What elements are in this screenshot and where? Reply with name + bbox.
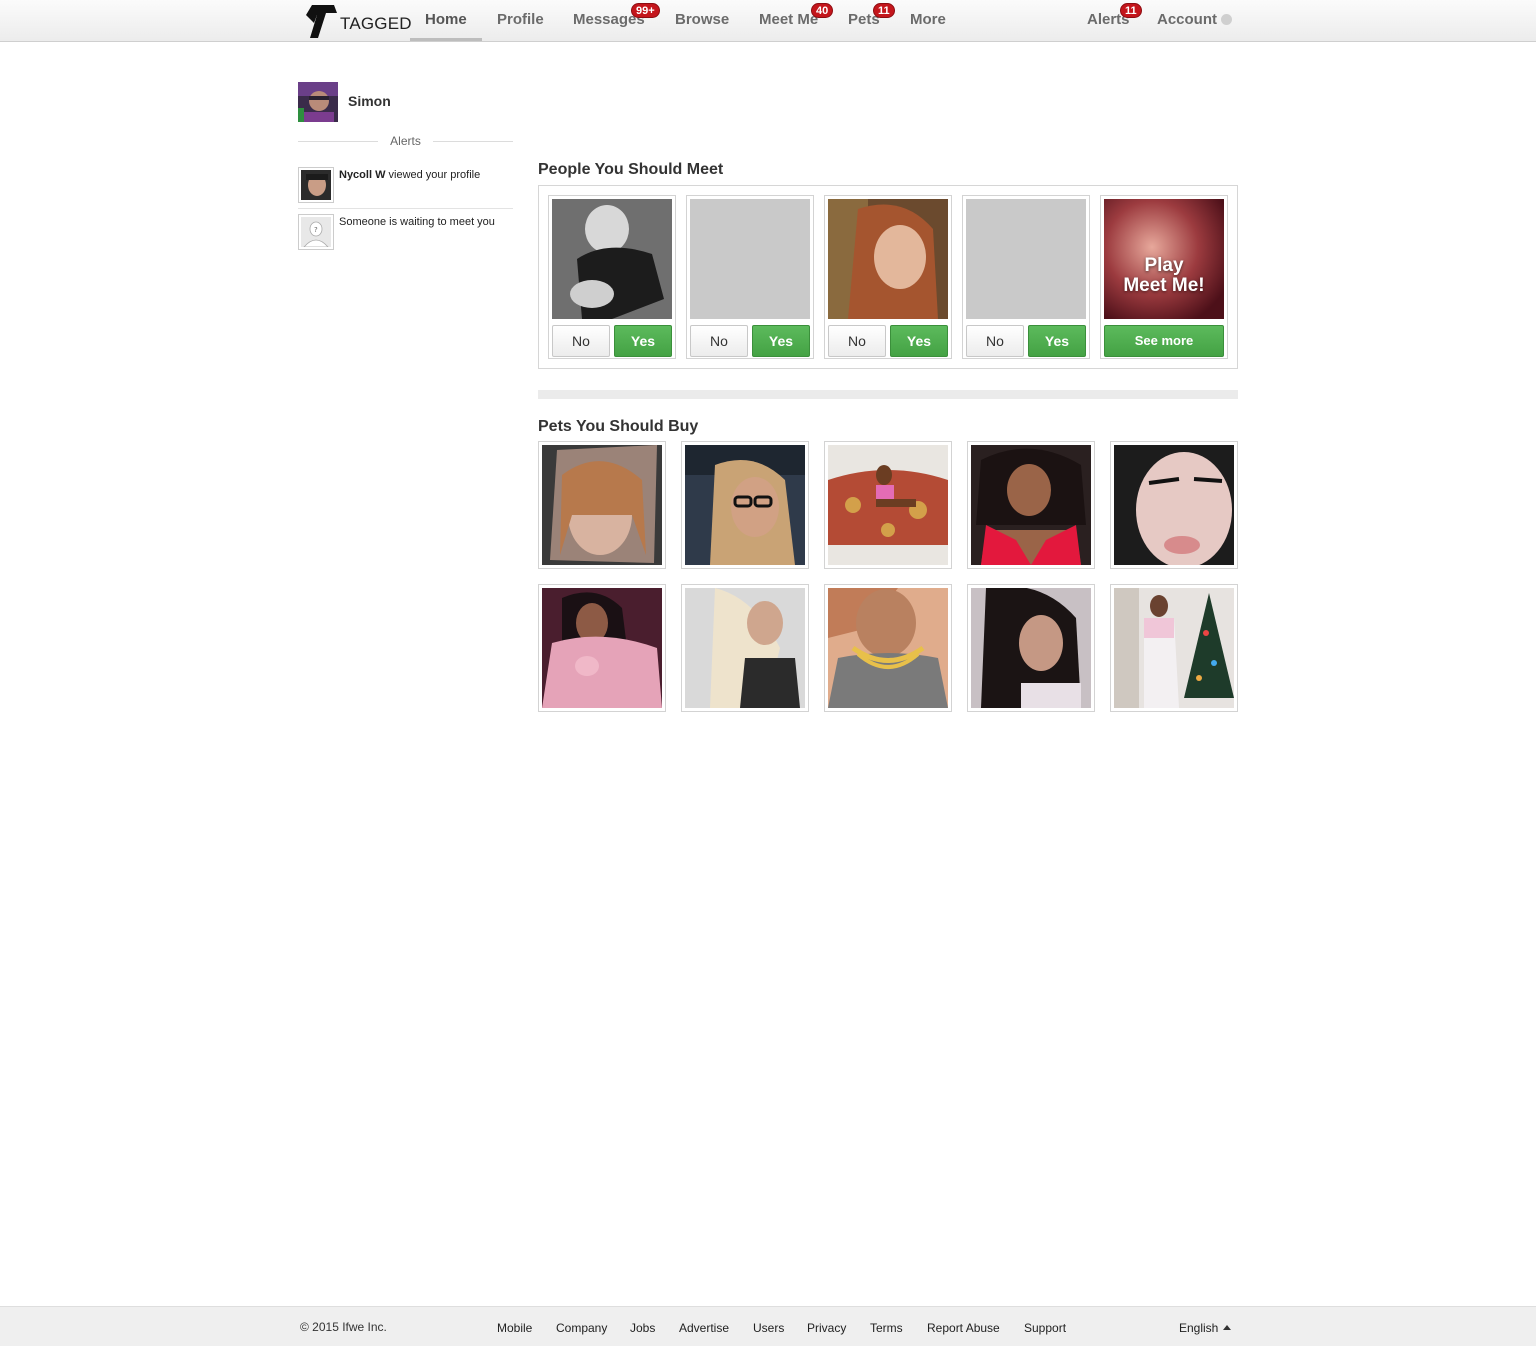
messages-count-badge: 99+ xyxy=(631,3,660,18)
meet-yes-button[interactable]: Yes xyxy=(614,325,672,357)
section-divider xyxy=(538,390,1238,399)
pet-photo xyxy=(685,445,805,565)
meet-suggestions-panel: No Yes No Yes No Yes No Yes Play Meet Me… xyxy=(538,185,1238,369)
tagged-logo-text: TAGGED xyxy=(340,14,412,33)
footer-link-users[interactable]: Users xyxy=(753,1321,784,1335)
pet-card[interactable] xyxy=(681,584,809,712)
meet-candidate-card: No Yes xyxy=(686,195,814,359)
pet-card[interactable] xyxy=(824,584,952,712)
pet-photo xyxy=(542,588,662,708)
alert-actor-name[interactable]: Nycoll W xyxy=(339,169,385,181)
alert-text: Nycoll W viewed your profile xyxy=(339,169,480,181)
svg-text:?: ? xyxy=(314,226,318,234)
anonymous-user-icon: ? xyxy=(301,217,331,248)
pet-card[interactable] xyxy=(967,584,1095,712)
copyright-text: © 2015 Ifwe Inc. xyxy=(300,1320,387,1334)
alert-item[interactable]: Nycoll W viewed your profile xyxy=(298,167,513,203)
account-status-icon xyxy=(1221,14,1232,25)
meet-me-count-badge: 40 xyxy=(811,3,834,18)
language-label: English xyxy=(1179,1321,1219,1335)
nav-more[interactable]: More xyxy=(910,0,946,42)
footer-link-report-abuse[interactable]: Report Abuse xyxy=(927,1321,1000,1335)
nav-browse[interactable]: Browse xyxy=(675,0,729,42)
meet-candidate-card: No Yes xyxy=(548,195,676,359)
alert-text: Someone is waiting to meet you xyxy=(339,216,495,228)
pet-card[interactable] xyxy=(824,441,952,569)
play-meet-me-text: Play Meet Me! xyxy=(1104,256,1224,296)
alert-avatar-photo xyxy=(301,170,331,200)
pet-card[interactable] xyxy=(1110,584,1238,712)
pet-photo xyxy=(1114,445,1234,565)
pets-you-should-buy-title: Pets You Should Buy xyxy=(538,418,699,435)
pet-photo xyxy=(971,588,1091,708)
nav-home[interactable]: Home xyxy=(425,0,467,42)
nav-active-indicator xyxy=(410,38,482,41)
footer-link-jobs[interactable]: Jobs xyxy=(630,1321,655,1335)
tagged-logo-icon xyxy=(306,5,337,38)
alerts-heading-label: Alerts xyxy=(390,134,421,148)
meet-candidate-card: No Yes xyxy=(962,195,1090,359)
pet-photo xyxy=(828,445,948,565)
meet-candidate-card: No Yes xyxy=(824,195,952,359)
page-footer: © 2015 Ifwe Inc. Mobile Company Jobs Adv… xyxy=(0,1306,1536,1346)
language-selector[interactable]: English xyxy=(1179,1321,1232,1335)
meet-yes-button[interactable]: Yes xyxy=(752,325,810,357)
meet-yes-button[interactable]: Yes xyxy=(890,325,948,357)
pet-card[interactable] xyxy=(1110,441,1238,569)
meet-no-button[interactable]: No xyxy=(966,325,1024,357)
pet-photo xyxy=(1114,588,1234,708)
meet-no-button[interactable]: No xyxy=(690,325,748,357)
footer-link-support[interactable]: Support xyxy=(1024,1321,1066,1335)
alert-avatar: ? xyxy=(298,214,334,250)
meet-candidate-photo[interactable] xyxy=(552,199,672,319)
nav-profile[interactable]: Profile xyxy=(497,0,544,42)
meet-candidate-photo-placeholder[interactable] xyxy=(690,199,810,319)
alert-avatar xyxy=(298,167,334,203)
user-avatar[interactable] xyxy=(298,82,338,122)
pet-card[interactable] xyxy=(538,441,666,569)
meet-no-button[interactable]: No xyxy=(828,325,886,357)
tagged-logo[interactable]: TAGGED xyxy=(304,2,412,40)
play-meet-me-line1: Play xyxy=(1144,255,1184,276)
pets-count-badge: 11 xyxy=(873,3,895,18)
footer-link-advertise[interactable]: Advertise xyxy=(679,1321,729,1335)
play-meet-me-line2: Meet Me! xyxy=(1123,275,1205,296)
alerts-heading: Alerts xyxy=(298,134,513,148)
pet-photo xyxy=(828,588,948,708)
see-more-button[interactable]: See more xyxy=(1104,325,1224,357)
pet-card[interactable] xyxy=(967,441,1095,569)
nav-account[interactable]: Account xyxy=(1157,0,1232,42)
top-navigation-bar: TAGGED Home Profile Messages 99+ Browse … xyxy=(0,0,1536,42)
caret-up-icon xyxy=(1223,1325,1232,1330)
alert-item[interactable]: ? Someone is waiting to meet you xyxy=(298,214,513,250)
meet-no-button[interactable]: No xyxy=(552,325,610,357)
pet-photo xyxy=(971,445,1091,565)
pet-card[interactable] xyxy=(538,584,666,712)
nav-meet-me[interactable]: Meet Me xyxy=(759,0,818,42)
nav-account-label: Account xyxy=(1157,11,1217,28)
pet-card[interactable] xyxy=(681,441,809,569)
meet-yes-button[interactable]: Yes xyxy=(1028,325,1086,357)
meet-candidate-photo[interactable] xyxy=(828,199,948,319)
footer-link-company[interactable]: Company xyxy=(556,1321,607,1335)
pet-photo xyxy=(685,588,805,708)
user-name[interactable]: Simon xyxy=(348,93,391,109)
meet-candidate-photo-placeholder[interactable] xyxy=(966,199,1086,319)
play-meet-me-card: Play Meet Me! See more xyxy=(1100,195,1228,359)
alert-divider xyxy=(298,208,513,209)
pet-photo xyxy=(542,445,662,565)
people-you-should-meet-title: People You Should Meet xyxy=(538,161,724,178)
alerts-count-badge: 11 xyxy=(1120,3,1142,18)
alert-message: viewed your profile xyxy=(385,169,481,181)
footer-link-terms[interactable]: Terms xyxy=(870,1321,903,1335)
footer-link-privacy[interactable]: Privacy xyxy=(807,1321,846,1335)
footer-link-mobile[interactable]: Mobile xyxy=(497,1321,532,1335)
